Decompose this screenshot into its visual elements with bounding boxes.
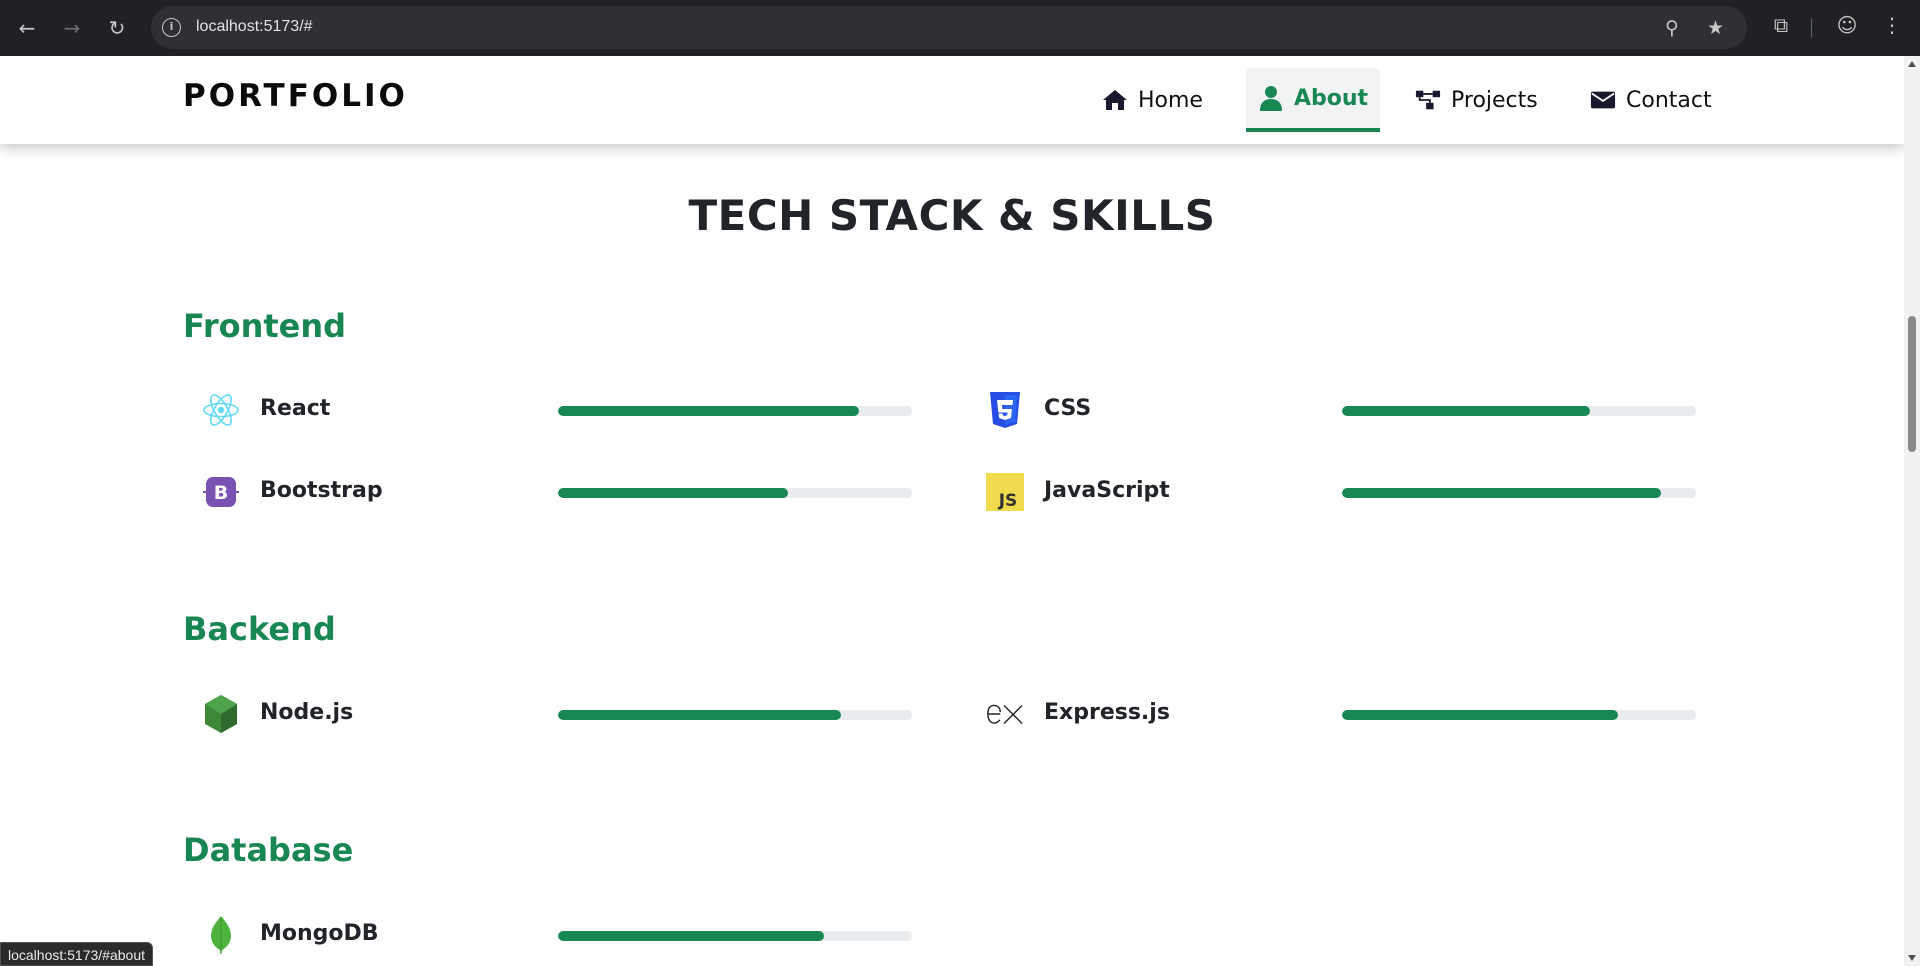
site-navbar: PORTFOLIO Home About Projects Contact	[0, 56, 1904, 144]
extensions-icon[interactable]: ⧉	[1766, 13, 1796, 43]
javascript-icon: JS	[986, 473, 1024, 511]
progress-bar	[1342, 406, 1696, 416]
link-status-tooltip: localhost:5173/#about	[0, 942, 153, 966]
progress-bar	[558, 710, 912, 720]
group-title-frontend: Frontend	[183, 307, 347, 345]
progress-fill	[558, 406, 859, 416]
progress-bar	[1342, 710, 1696, 720]
nav-home[interactable]: Home	[1090, 68, 1215, 132]
progress-bar	[558, 488, 912, 498]
skill-css: CSS	[967, 388, 1727, 432]
bootstrap-icon: B	[202, 473, 240, 511]
site-info-icon[interactable]: i	[162, 18, 181, 37]
address-url[interactable]: localhost:5173/#	[196, 18, 313, 36]
svg-text:JS: JS	[998, 491, 1018, 511]
envelope-icon	[1590, 87, 1616, 113]
scrollbar-thumb[interactable]	[1908, 316, 1916, 452]
progress-fill	[1342, 406, 1590, 416]
progress-fill	[558, 488, 789, 498]
back-icon[interactable]: ←	[12, 13, 42, 43]
skill-name: MongoDB	[260, 921, 379, 946]
scroll-down-arrow[interactable]	[1908, 955, 1916, 961]
nav-projects-label: Projects	[1451, 87, 1538, 113]
progress-fill	[558, 931, 824, 941]
progress-fill	[558, 710, 842, 720]
skill-bootstrap: B Bootstrap	[183, 470, 943, 514]
skill-name: Express.js	[1044, 700, 1170, 725]
group-title-database: Database	[183, 831, 354, 869]
zoom-icon[interactable]: ⚲	[1665, 17, 1679, 39]
nav-projects[interactable]: Projects	[1403, 68, 1550, 132]
express-icon	[986, 695, 1024, 733]
bookmark-star-icon[interactable]: ★	[1707, 17, 1724, 39]
progress-fill	[1342, 488, 1661, 498]
page-scrollbar[interactable]	[1904, 56, 1920, 966]
nav-contact-label: Contact	[1626, 87, 1712, 113]
nav-home-label: Home	[1138, 87, 1203, 113]
sitemap-icon	[1415, 87, 1441, 113]
forward-icon[interactable]: →	[57, 13, 87, 43]
profile-icon[interactable]: ☺	[1832, 13, 1862, 43]
toolbar-divider	[1811, 18, 1812, 38]
user-icon	[1258, 85, 1284, 111]
progress-bar	[558, 406, 912, 416]
nav-about[interactable]: About	[1246, 68, 1381, 132]
skill-express: Express.js	[967, 692, 1727, 736]
skill-name: CSS	[1044, 396, 1092, 421]
mongodb-icon	[202, 916, 240, 954]
nav-contact[interactable]: Contact	[1578, 68, 1724, 132]
skill-nodejs: Node.js	[183, 692, 943, 736]
home-icon	[1102, 87, 1128, 113]
css3-icon	[986, 391, 1024, 429]
page-title: TECH STACK & SKILLS	[688, 191, 1216, 240]
page-viewport: PORTFOLIO Home About Projects Contact TE…	[0, 56, 1904, 966]
reload-icon[interactable]: ↻	[102, 13, 132, 43]
skill-name: JavaScript	[1044, 478, 1170, 503]
skill-react: React	[183, 388, 943, 432]
skill-javascript: JS JavaScript	[967, 470, 1727, 514]
menu-kebab-icon[interactable]: ⋮	[1877, 13, 1907, 43]
nodejs-icon	[202, 695, 240, 733]
svg-text:B: B	[214, 482, 228, 504]
skill-name: Bootstrap	[260, 478, 383, 503]
progress-fill	[1342, 710, 1619, 720]
react-icon	[202, 391, 240, 429]
skill-mongodb: MongoDB	[183, 913, 943, 957]
skill-name: React	[260, 396, 331, 421]
progress-bar	[1342, 488, 1696, 498]
nav-about-label: About	[1294, 85, 1369, 111]
progress-bar	[558, 931, 912, 941]
skill-name: Node.js	[260, 700, 354, 725]
group-title-backend: Backend	[183, 610, 336, 648]
address-bar[interactable]: i localhost:5173/# ⚲ ★	[151, 6, 1747, 49]
scroll-up-arrow[interactable]	[1908, 61, 1916, 67]
browser-toolbar: ← → ↻ i localhost:5173/# ⚲ ★ ⧉ ☺ ⋮	[0, 0, 1920, 56]
brand-logo[interactable]: PORTFOLIO	[183, 78, 408, 114]
